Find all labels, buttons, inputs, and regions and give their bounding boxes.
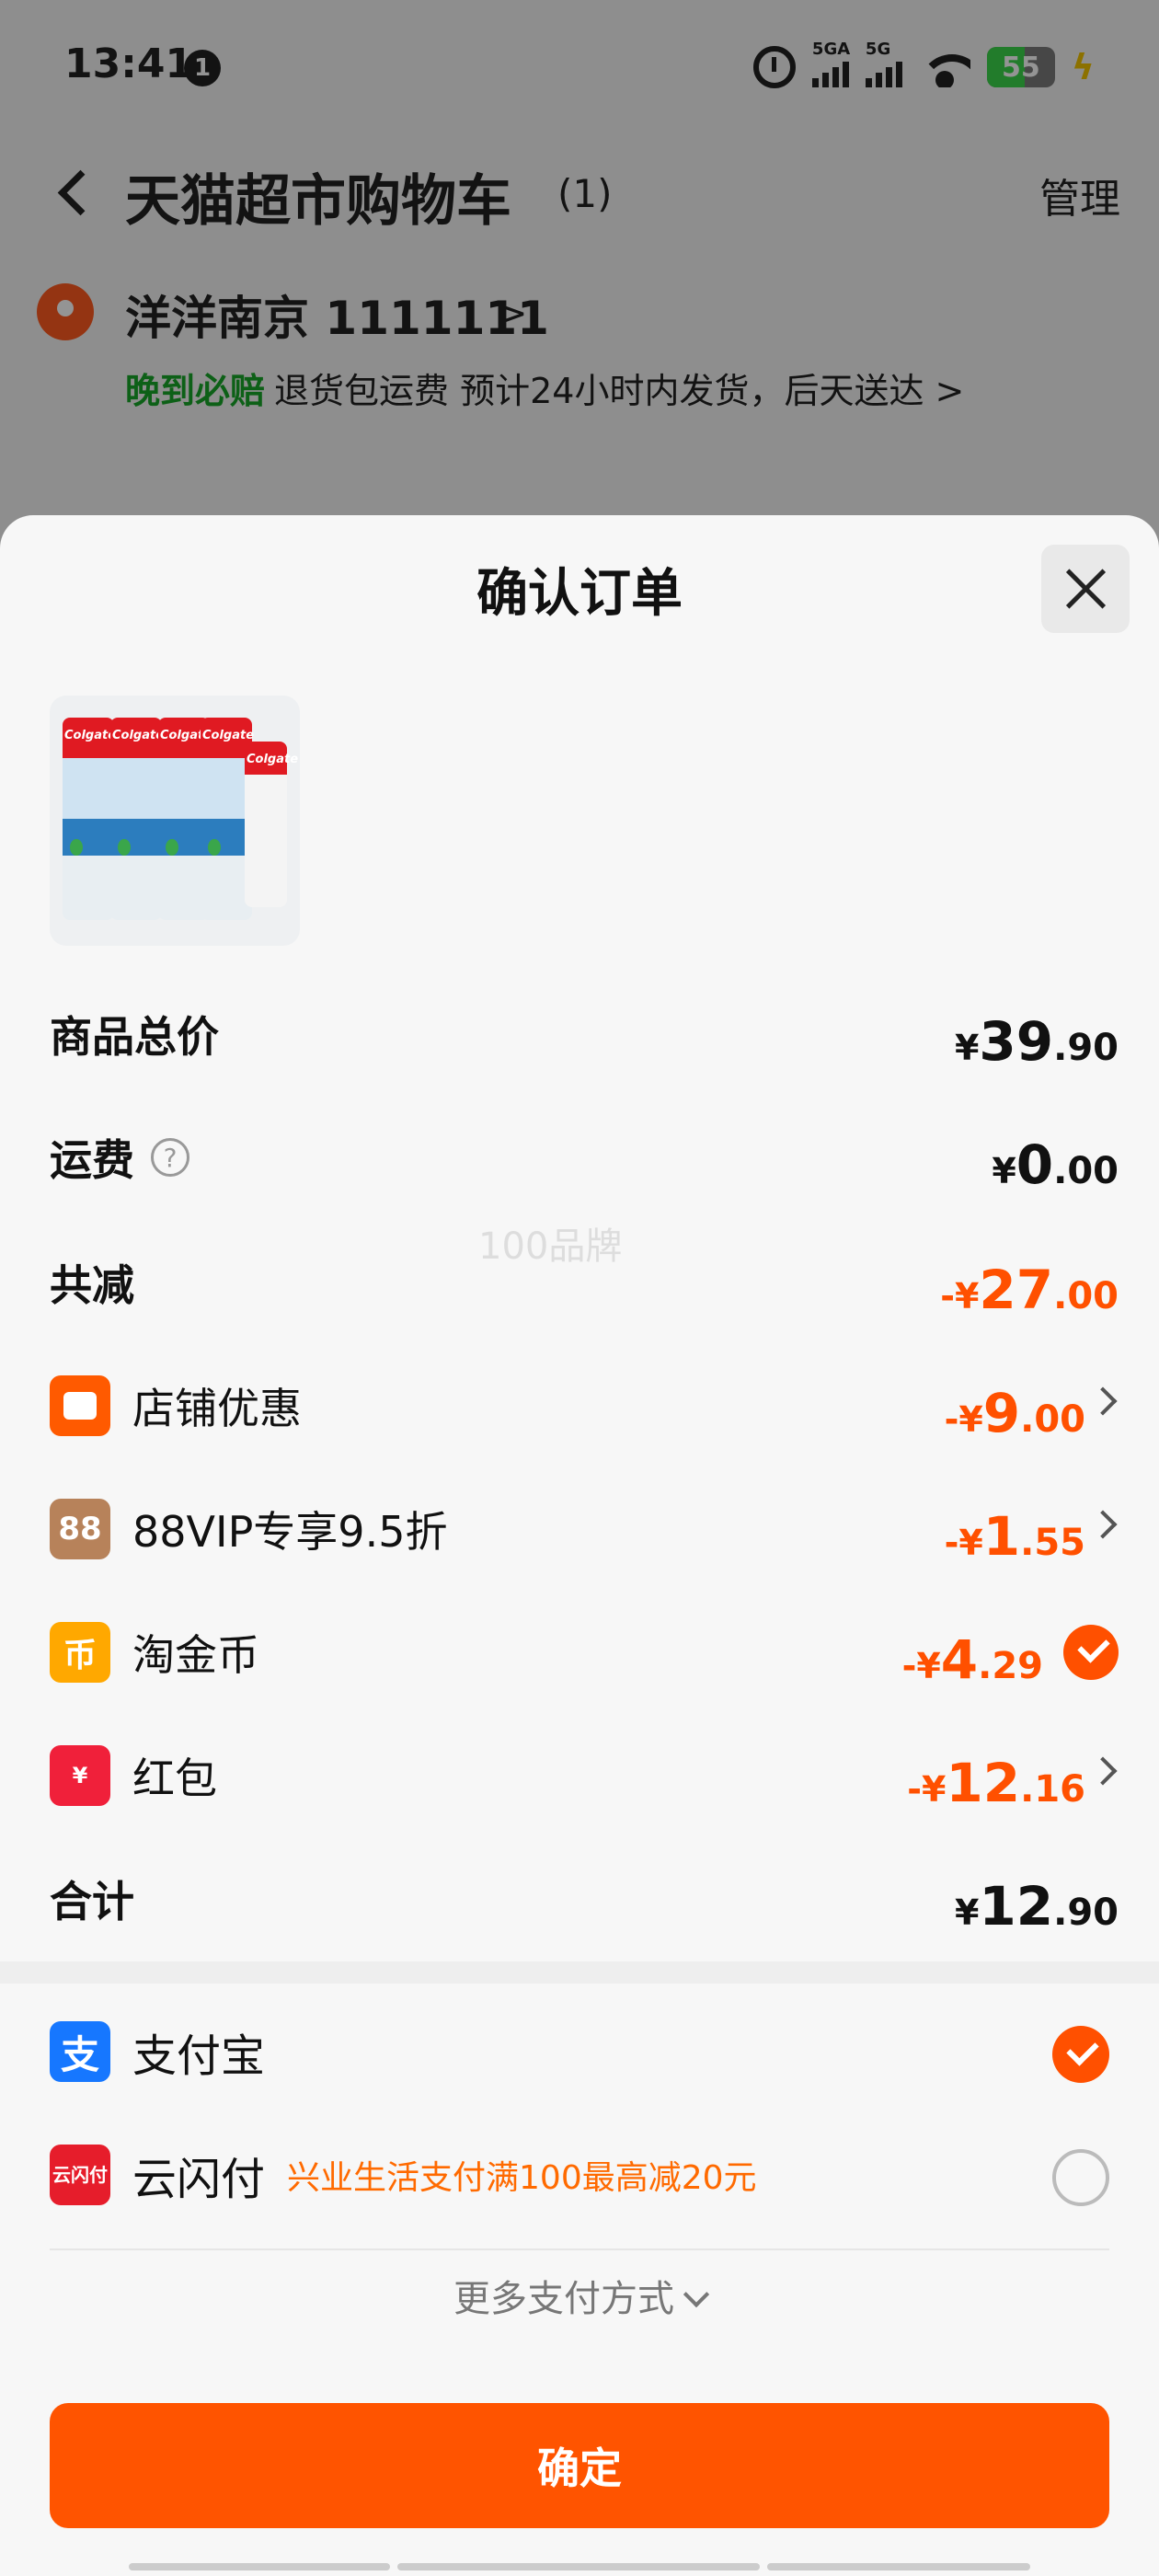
grand-total-amount: ¥12.90 <box>954 1875 1119 1938</box>
discount-label: 店铺优惠 <box>132 1384 302 1433</box>
sheet-title: 确认订单 <box>476 564 683 624</box>
chevron-right-icon <box>1088 1386 1118 1416</box>
radio-selected-icon[interactable] <box>1052 2026 1109 2083</box>
discount-amount: -¥ 12.16 <box>907 1752 1085 1814</box>
red-packet-row[interactable]: ¥ 红包 -¥ 12.16 <box>50 1739 1119 1814</box>
help-icon[interactable]: ? <box>151 1138 189 1177</box>
confirm-button[interactable]: 确定 <box>50 2403 1109 2528</box>
coin-icon: 币 <box>50 1622 110 1683</box>
goods-total-amount: ¥39.90 <box>954 1010 1119 1073</box>
product-thumbnail[interactable]: Colgate Colgate Colgate Colgate Colgate <box>50 696 300 946</box>
payment-option-unionpay[interactable]: 云闪付 云闪付 兴业生活支付满100最高减20元 <box>50 2129 1109 2221</box>
home-indicator <box>767 2563 1030 2570</box>
toothpaste-tube-small: Colgate <box>245 742 298 907</box>
payment-label: 支付宝 <box>132 2030 266 2082</box>
discount-amount: -¥ 9.00 <box>944 1382 1085 1444</box>
payment-promo: 兴业生活支付满100最高减20元 <box>287 2159 757 2197</box>
coin-discount-row[interactable]: 币 淘金币 -¥ 4.29 <box>50 1616 1119 1691</box>
coin-checkbox[interactable] <box>1063 1625 1119 1680</box>
chevron-down-icon <box>683 2281 710 2308</box>
red-packet-icon: ¥ <box>50 1745 110 1806</box>
toothpaste-tube: Colgate <box>63 718 116 920</box>
toothpaste-tube: Colgate <box>110 718 164 920</box>
alipay-icon: 支 <box>50 2021 110 2082</box>
grand-total-row: 合计 ¥12.90 <box>50 1862 1119 1938</box>
vip-icon: 88 <box>50 1499 110 1559</box>
chevron-right-icon <box>1088 1756 1118 1786</box>
modal-overlay[interactable] <box>0 0 1159 552</box>
shipping-row: 运费 ? ¥0.00 <box>50 1121 1119 1196</box>
goods-total-label: 商品总价 <box>50 1012 219 1062</box>
close-button[interactable] <box>1041 545 1130 633</box>
shop-discount-row[interactable]: 店铺优惠 -¥ 9.00 <box>50 1369 1119 1444</box>
payment-divider <box>50 2248 1109 2250</box>
chevron-right-icon <box>1088 1510 1118 1539</box>
total-discount-row: 共减 -¥ 27.00 <box>50 1246 1119 1321</box>
discount-label: 88VIP专享9.5折 <box>132 1507 448 1557</box>
more-payment-label: 更多支付方式 <box>453 2278 674 2320</box>
more-payment-methods[interactable]: 更多支付方式 <box>0 2269 1159 2322</box>
radio-unselected-icon[interactable] <box>1052 2149 1109 2206</box>
payment-label: 云闪付 <box>132 2154 266 2205</box>
total-discount-amount: -¥ 27.00 <box>940 1259 1119 1321</box>
shipping-label: 运费 <box>50 1135 134 1185</box>
total-discount-label: 共减 <box>50 1260 134 1310</box>
shop-icon <box>50 1375 110 1436</box>
home-indicator <box>397 2563 760 2570</box>
shipping-amount: ¥0.00 <box>992 1133 1119 1196</box>
home-indicator <box>129 2563 390 2570</box>
grand-total-label: 合计 <box>50 1877 134 1926</box>
discount-label: 红包 <box>132 1754 217 1803</box>
vip-discount-row[interactable]: 88 88VIP专享9.5折 -¥ 1.55 <box>50 1492 1119 1568</box>
discount-amount: -¥ 4.29 <box>901 1628 1043 1691</box>
confirm-order-sheet: 确认订单 Colgate Colgate Colgate Colgate Col… <box>0 515 1159 2576</box>
payment-option-alipay[interactable]: 支 支付宝 <box>50 2006 1109 2098</box>
discount-amount: -¥ 1.55 <box>944 1505 1085 1568</box>
goods-total-row: 商品总价 ¥39.90 <box>50 997 1119 1073</box>
unionpay-icon: 云闪付 <box>50 2145 110 2205</box>
section-divider <box>0 1961 1159 1984</box>
discount-label: 淘金币 <box>132 1630 259 1680</box>
